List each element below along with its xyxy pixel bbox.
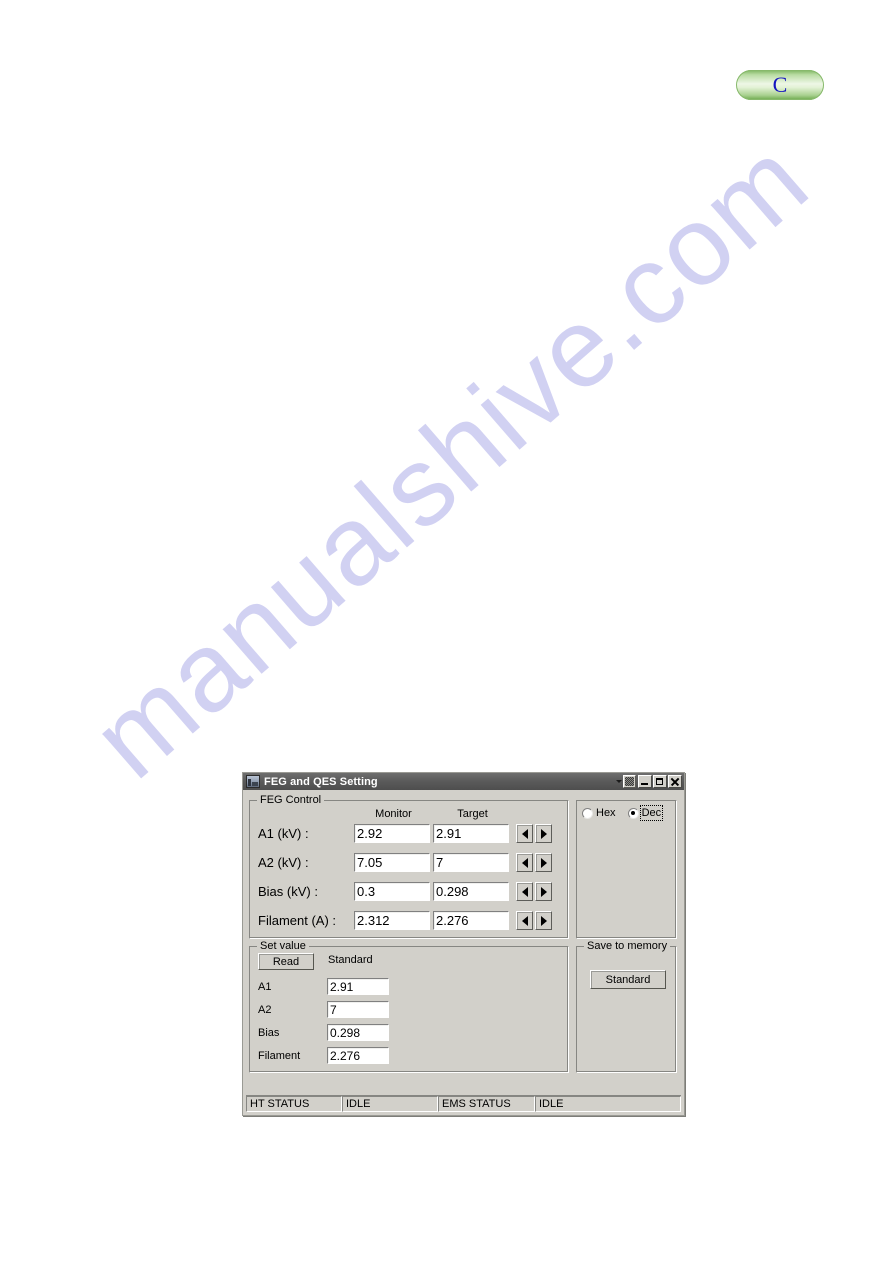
chevron-down-icon[interactable] [615,775,622,788]
feg-a1-target-input[interactable] [433,824,509,843]
status-cell-ht-status-label: HT STATUS [246,1096,342,1112]
minimize-button[interactable] [638,775,652,788]
set-value-a1-input[interactable] [327,978,389,995]
status-cell-ems-status-label: EMS STATUS [438,1096,535,1112]
feg-bias-monitor-input[interactable] [354,882,430,901]
feg-row-a2-label: A2 (kV) : [258,855,309,870]
window-controls [615,775,682,788]
feg-bias-spinner [516,882,552,901]
set-value-column-header: Standard [328,954,373,966]
set-value-row-filament: Filament [258,1045,458,1066]
feg-a2-increment-button[interactable] [535,853,552,872]
radio-option-dec[interactable]: Dec [627,805,664,821]
set-value-group: Set value Read Standard A1 A2 Bias Filam… [249,940,569,1073]
dec-radio-button[interactable] [627,807,639,819]
window-titlebar[interactable]: FEG and QES Setting [243,773,684,790]
set-value-row-a1: A1 [258,976,458,997]
system-menu-button[interactable] [623,775,636,788]
save-to-memory-group: Save to memory Standard [576,940,677,1073]
page-badge: C [736,70,824,100]
set-value-bias-input[interactable] [327,1024,389,1041]
application-icon [246,775,260,788]
status-cell-ems-status-value: IDLE [535,1096,681,1112]
feg-filament-increment-button[interactable] [535,911,552,930]
grid-icon [625,777,634,786]
set-value-group-title: Set value [257,940,309,952]
page-badge-letter: C [772,72,788,97]
number-base-radio-row: Hex Dec [582,805,664,821]
feg-a2-target-input[interactable] [433,853,509,872]
close-button[interactable] [668,775,682,788]
dec-radio-label: Dec [639,805,664,821]
hex-radio-label: Hex [596,807,616,819]
feg-bias-target-input[interactable] [433,882,509,901]
feg-row-filament: Filament (A) : [258,910,560,931]
set-value-bias-label: Bias [258,1026,280,1039]
feg-row-a1-label: A1 (kV) : [258,826,309,841]
feg-filament-decrement-button[interactable] [516,911,533,930]
number-base-group: Hex Dec [576,800,677,939]
feg-control-group-title: FEG Control [257,794,325,806]
feg-a2-monitor-input[interactable] [354,853,430,872]
feg-bias-decrement-button[interactable] [516,882,533,901]
feg-row-bias: Bias (kV) : [258,881,560,902]
save-standard-button[interactable]: Standard [590,970,666,989]
set-value-row-bias: Bias [258,1022,458,1043]
set-value-a1-label: A1 [258,980,272,993]
feg-a2-spinner [516,853,552,872]
read-button[interactable]: Read [258,953,314,970]
set-value-filament-input[interactable] [327,1047,389,1064]
feg-filament-spinner [516,911,552,930]
window-client-area: FEG Control Monitor Target A1 (kV) : A2 … [243,790,684,1115]
feg-filament-monitor-input[interactable] [354,911,430,930]
window-title: FEG and QES Setting [264,775,378,788]
feg-a1-spinner [516,824,552,843]
feg-control-group: FEG Control Monitor Target A1 (kV) : A2 … [249,794,569,939]
status-cell-ht-status-value: IDLE [342,1096,438,1112]
feg-row-bias-label: Bias (kV) : [258,884,318,899]
feg-row-filament-label: Filament (A) : [258,913,337,928]
set-value-filament-label: Filament [258,1049,301,1062]
save-to-memory-group-title: Save to memory [584,940,671,952]
feg-row-a2: A2 (kV) : [258,852,560,873]
column-header-target: Target [457,808,488,820]
feg-a2-decrement-button[interactable] [516,853,533,872]
feg-qes-setting-window: FEG and QES Setting FEG Control Monitor … [242,772,685,1116]
watermark-text: manualshive.com [68,115,832,802]
feg-a1-decrement-button[interactable] [516,824,533,843]
maximize-button[interactable] [653,775,667,788]
feg-filament-target-input[interactable] [433,911,509,930]
set-value-a2-label: A2 [258,1003,272,1016]
feg-a1-increment-button[interactable] [535,824,552,843]
feg-a1-monitor-input[interactable] [354,824,430,843]
radio-option-hex[interactable]: Hex [582,807,616,819]
status-bar: HT STATUS IDLE EMS STATUS IDLE [246,1095,681,1112]
feg-row-a1: A1 (kV) : [258,823,560,844]
set-value-a2-input[interactable] [327,1001,389,1018]
column-header-monitor: Monitor [375,808,412,820]
set-value-row-a2: A2 [258,999,458,1020]
hex-radio-button[interactable] [582,807,593,819]
feg-bias-increment-button[interactable] [535,882,552,901]
